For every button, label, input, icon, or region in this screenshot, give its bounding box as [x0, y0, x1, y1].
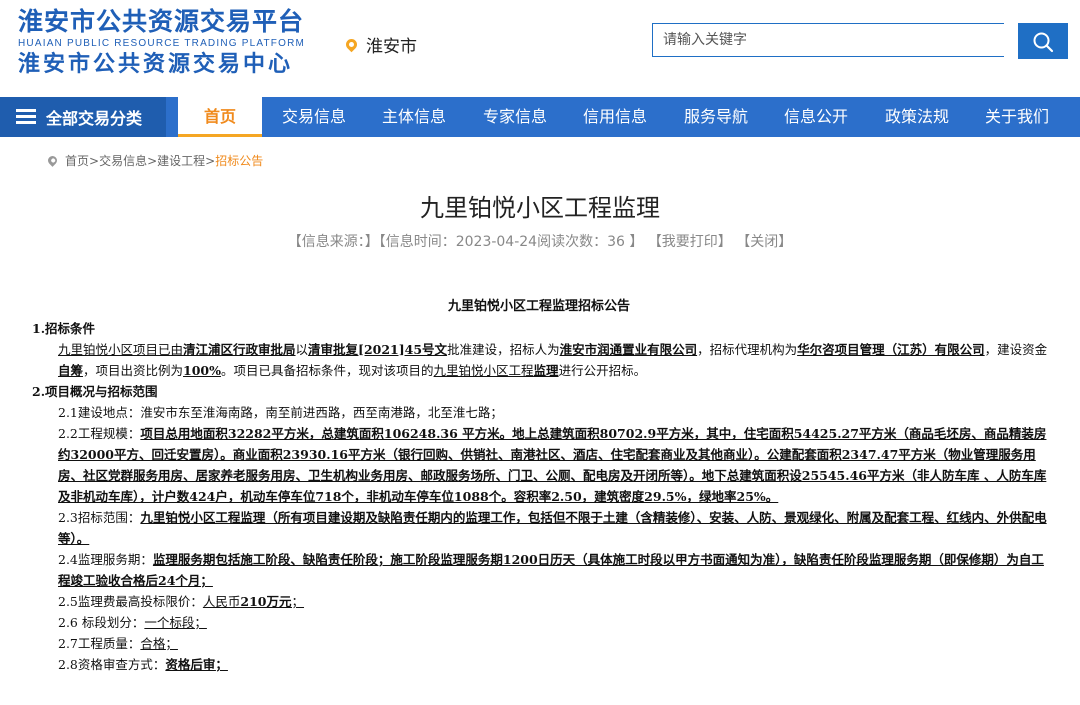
text: 2.7工程质量： — [58, 636, 141, 651]
nav-item-expert-info[interactable]: 专家信息 — [473, 97, 557, 137]
text: 100% — [183, 363, 222, 378]
text: 九里铂悦小区工程 — [433, 363, 534, 378]
nav-item-entity-info[interactable]: 主体信息 — [372, 97, 456, 137]
print-link[interactable]: 【我要打印】 — [648, 234, 732, 250]
breadcrumb-trade-info[interactable]: 交易信息> — [99, 152, 157, 169]
paragraph-scale: 2.2工程规模：项目总用地面积32282平方米，总建筑面积106248.36 平… — [32, 423, 1052, 507]
nav-item-policy[interactable]: 政策法规 — [875, 97, 959, 137]
section-heading: 2.项目概况与招标范围 — [32, 384, 158, 399]
paragraph-service-period: 2.4监理服务期：监理服务期包括施工阶段、缺陷责任阶段；施工阶段监理服务期120… — [32, 549, 1052, 591]
paragraph-scope: 2.3招标范围：九里铂悦小区工程监理（所有项目建设期及缺陷责任期内的监理工作，包… — [32, 507, 1052, 549]
section-heading: 1.招标条件 — [32, 321, 96, 336]
search-button[interactable] — [1018, 23, 1068, 59]
paragraph-tender-conditions: 九里铂悦小区项目已由清江浦区行政审批局以清审批复[2021]45号文批准建设，招… — [32, 339, 1052, 381]
article-content: 九里铂悦小区工程监理招标公告 1.招标条件 九里铂悦小区项目已由清江浦区行政审批… — [32, 296, 1052, 675]
search-input[interactable] — [652, 23, 1004, 57]
text: 2.2工程规模： — [58, 426, 141, 441]
text: ； — [194, 615, 207, 630]
nav-item-about-us[interactable]: 关于我们 — [975, 97, 1059, 137]
text: 。项目已具备招标条件，现对该项目的 — [221, 363, 434, 378]
text: 批准建设，招标人为 — [447, 342, 560, 357]
article-meta: 【信息来源：】【信息时间：2023-04-24阅读次数：36 】 【我要打印】 … — [0, 231, 1080, 251]
text: ，招标代理机构为 — [697, 342, 798, 357]
text: 进行公开招标。 — [558, 363, 647, 378]
text: 自筹 — [58, 363, 84, 378]
city-selector[interactable]: 淮安市 — [343, 30, 417, 58]
text: ，项目出资比例为 — [83, 363, 184, 378]
nav-item-credit-info[interactable]: 信用信息 — [573, 97, 657, 137]
text: 2.5监理费最高投标限价： — [58, 594, 203, 609]
text: 九里铂悦小区工程监理（所有项目建设期及缺陷责任期内的监理工作，包括但不限于土建（… — [58, 510, 1047, 546]
nav-item-home[interactable]: 首页 — [178, 97, 262, 137]
text: 210万元 — [240, 594, 292, 609]
city-name: 淮安市 — [366, 36, 417, 57]
text: 2.3招标范围： — [58, 510, 141, 525]
all-categories-button[interactable]: 全部交易分类 — [0, 97, 166, 137]
text: 合格 — [140, 636, 166, 651]
location-pin-icon — [46, 153, 59, 167]
breadcrumb-current: 招标公告 — [215, 153, 264, 168]
text: 2.4监理服务期： — [58, 552, 153, 567]
article-title: 九里铂悦小区工程监理 — [420, 194, 660, 222]
text: ； — [215, 657, 228, 672]
text: 以 — [295, 342, 309, 357]
text: 九里铂悦小区项目已由 — [58, 342, 184, 357]
nav-item-info-disclosure[interactable]: 信息公开 — [774, 97, 858, 137]
paragraph-location: 2.1建设地点：淮安市东至淮海南路，南至前进西路，西至南港路，北至淮七路； — [58, 405, 503, 420]
text: 监理 — [533, 363, 559, 378]
text: ； — [291, 594, 305, 609]
paragraph-qualification: 2.8资格审查方式：资格后审； — [32, 654, 1052, 675]
search-icon — [1033, 32, 1054, 53]
text: 淮安市润通置业有限公司 — [559, 342, 698, 357]
paragraph-quality: 2.7工程质量：合格； — [32, 633, 1052, 654]
text: 监理服务期包括施工阶段、缺陷责任阶段；施工阶段监理服务期1200日历天（具体施工… — [58, 552, 1044, 588]
text: 2.8资格审查方式： — [58, 657, 166, 672]
main-nav: 全部交易分类 首页 交易信息 主体信息 专家信息 信用信息 服务导航 信息公开 … — [0, 97, 1080, 137]
location-pin-icon — [343, 36, 360, 52]
paragraph-lots: 2.6 标段划分：一个标段； — [32, 612, 1052, 633]
text: ； — [165, 636, 178, 651]
search-bar — [652, 23, 1068, 59]
text: 清江浦区行政审批局 — [183, 342, 296, 357]
paragraph-price-limit: 2.5监理费最高投标限价：人民币210万元； — [32, 591, 1052, 612]
menu-icon — [16, 109, 36, 125]
meta-source: 【信息来源：】 — [287, 234, 379, 250]
nav-item-trade-info[interactable]: 交易信息 — [272, 97, 356, 137]
logo-title-center: 淮安市公共资源交易中心 — [18, 52, 294, 77]
nav-item-service-nav[interactable]: 服务导航 — [674, 97, 758, 137]
site-header: 淮安市公共资源交易平台 HUAIAN PUBLIC RESOURCE TRADI… — [0, 0, 1080, 97]
text: 华尔咨项目管理（江苏）有限公司 — [797, 342, 985, 357]
meta-time: 【信息时间：2023-04-24阅读次数：36 】 — [378, 234, 644, 250]
text: ，建设资金 — [984, 342, 1048, 357]
text: 项目总用地面积32282平方米，总建筑面积106248.36 平方米。地上总建筑… — [58, 426, 1047, 504]
logo-title-english: HUAIAN PUBLIC RESOURCE TRADING PLATFORM — [18, 38, 306, 49]
site-logo[interactable]: 淮安市公共资源交易平台 HUAIAN PUBLIC RESOURCE TRADI… — [18, 6, 308, 80]
breadcrumb: 首页> 交易信息> 建设工程> 招标公告 — [46, 152, 264, 169]
text: 资格后审 — [165, 657, 216, 672]
text: 一个标段 — [144, 615, 195, 630]
document-title: 九里铂悦小区工程监理招标公告 — [447, 299, 630, 314]
breadcrumb-home[interactable]: 首页> — [65, 152, 99, 169]
logo-title-platform: 淮安市公共资源交易平台 — [18, 7, 305, 36]
breadcrumb-construction[interactable]: 建设工程> — [157, 152, 215, 169]
text: 2.6 标段划分： — [58, 615, 145, 630]
close-link[interactable]: 【关闭】 — [736, 234, 792, 250]
text: 人民币 — [202, 594, 241, 609]
text: 清审批复[2021]45号文 — [308, 342, 448, 357]
all-categories-label: 全部交易分类 — [46, 109, 143, 128]
